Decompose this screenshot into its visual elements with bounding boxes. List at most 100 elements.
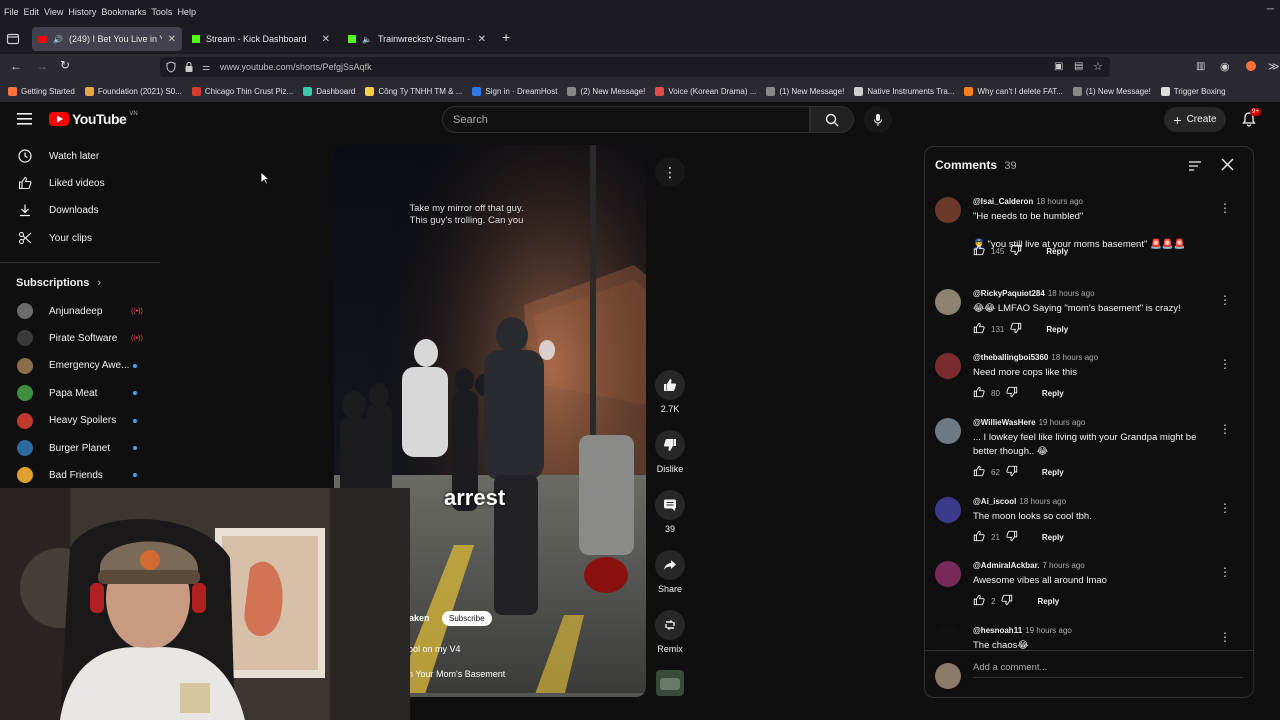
close-icon[interactable] xyxy=(1221,158,1234,176)
reply-button[interactable]: Reply xyxy=(1037,597,1059,606)
subscription-item[interactable]: Anjunadeep ((•)) xyxy=(0,298,160,324)
sidebar-item-liked-videos[interactable]: Liked videos xyxy=(0,170,160,196)
dislike-button[interactable]: Dislike xyxy=(648,430,692,474)
menu-history[interactable]: History xyxy=(68,7,96,17)
comment-time[interactable]: 19 hours ago xyxy=(1039,418,1086,427)
bookmark-star-icon[interactable]: ☆ xyxy=(1093,60,1103,73)
commenter-avatar[interactable] xyxy=(935,289,961,315)
search-input[interactable]: Search xyxy=(442,106,810,133)
comment-more-icon[interactable]: ⋮ xyxy=(1219,201,1231,215)
more-tools-icon[interactable]: ≫ xyxy=(1268,60,1280,73)
comment-time[interactable]: 18 hours ago xyxy=(1048,289,1095,298)
subscription-item[interactable]: Papa Meat xyxy=(0,380,160,406)
bookmark-item[interactable]: Dashboard xyxy=(303,86,355,96)
comment-time[interactable]: 18 hours ago xyxy=(1019,497,1066,506)
sidebar-item-your-clips[interactable]: Your clips xyxy=(0,225,160,251)
voice-search-button[interactable] xyxy=(864,106,892,133)
comment-time[interactable]: 18 hours ago xyxy=(1051,353,1098,362)
thumbs-down-icon[interactable] xyxy=(1006,530,1018,544)
mute-icon[interactable]: 🔈 xyxy=(362,35,372,44)
bookmark-item[interactable]: Native Instruments Tra... xyxy=(854,86,954,96)
comment-more-icon[interactable]: ⋮ xyxy=(1219,357,1231,371)
hamburger-menu-icon[interactable] xyxy=(17,112,33,131)
reader-view-icon[interactable]: ▤ xyxy=(1074,61,1083,72)
close-tab-icon[interactable]: ✕ xyxy=(322,34,330,45)
account-icon[interactable]: ◉ xyxy=(1220,60,1230,73)
commenter-avatar[interactable] xyxy=(935,497,961,523)
comment-author[interactable]: @theballingboi5360 xyxy=(973,353,1048,362)
comment-author[interactable]: @WillieWasHere xyxy=(973,418,1036,427)
notifications-button[interactable]: 9+ xyxy=(1241,108,1261,132)
commenter-avatar[interactable] xyxy=(935,353,961,379)
comment-more-icon[interactable]: ⋮ xyxy=(1219,565,1231,579)
commenter-avatar[interactable] xyxy=(935,626,961,652)
add-comment-input[interactable]: Add a comment... xyxy=(973,662,1243,678)
commenter-avatar[interactable] xyxy=(935,197,961,223)
subscription-item[interactable]: Pirate Software ((•)) xyxy=(0,325,160,351)
menu-view[interactable]: View xyxy=(44,7,63,17)
subscription-item[interactable]: Heavy Spoilers xyxy=(0,408,160,434)
thumbs-up-icon[interactable] xyxy=(973,386,985,400)
new-tab-icon[interactable]: + xyxy=(502,29,510,45)
minimize-icon[interactable]: ─ xyxy=(1267,4,1274,15)
subscription-item[interactable]: Burger Planet xyxy=(0,435,160,461)
bookmark-item[interactable]: (1) New Message! xyxy=(1072,86,1151,96)
sidebar-item-watch-later[interactable]: Watch later xyxy=(0,143,160,169)
comment-more-icon[interactable]: ⋮ xyxy=(1219,501,1231,515)
thumbs-down-icon[interactable] xyxy=(1006,465,1018,479)
picture-icon[interactable]: ▣ xyxy=(1054,61,1063,72)
like-button[interactable]: 2.7K xyxy=(648,370,692,414)
close-tab-icon[interactable]: ✕ xyxy=(168,34,176,45)
more-options-icon[interactable]: ⋮ xyxy=(655,157,685,187)
bookmark-item[interactable]: Công Ty TNHH TM & ... xyxy=(365,86,462,96)
youtube-logo[interactable]: YouTube VN xyxy=(49,111,138,127)
thumbs-down-icon[interactable] xyxy=(1006,386,1018,400)
sidebar-item-downloads[interactable]: Downloads xyxy=(0,197,160,223)
reply-button[interactable]: Reply xyxy=(1042,468,1064,477)
search-button[interactable] xyxy=(810,106,854,133)
comment-author[interactable]: @hesnoah11 xyxy=(973,626,1022,635)
sort-icon[interactable] xyxy=(1188,159,1202,177)
comment-time[interactable]: 7 hours ago xyxy=(1043,561,1085,570)
speaker-icon[interactable]: 🔊 xyxy=(53,35,63,44)
tab-kick-dashboard[interactable]: Stream - Kick Dashboard ✕ xyxy=(186,27,336,51)
sidebar-toggle-icon[interactable]: ▥ xyxy=(1196,61,1205,72)
thumbs-down-icon[interactable] xyxy=(1010,244,1022,258)
reply-button[interactable]: Reply xyxy=(1046,325,1068,334)
bookmark-item[interactable]: Getting Started xyxy=(8,86,75,96)
bookmark-item[interactable]: Voice (Korean Drama) ... xyxy=(655,86,756,96)
subscription-item[interactable]: Emergency Awe... xyxy=(0,353,160,379)
comment-more-icon[interactable]: ⋮ xyxy=(1219,422,1231,436)
tab-youtube[interactable]: 🔊 (249) I Bet You Live in Your ✕ xyxy=(32,27,182,51)
bookmark-item[interactable]: Sign in · DreamHost xyxy=(472,86,557,96)
menu-file[interactable]: File xyxy=(4,7,19,17)
comments-button[interactable]: 39 xyxy=(648,490,692,534)
share-button[interactable]: Share xyxy=(648,550,692,594)
bookmark-item[interactable]: Why can't I delete FAT... xyxy=(964,86,1063,96)
bookmark-item[interactable]: Foundation (2021) S0... xyxy=(84,86,182,96)
thumbs-down-icon[interactable] xyxy=(1001,594,1013,608)
thumbs-down-icon[interactable] xyxy=(1010,322,1022,336)
remix-button[interactable]: Remix xyxy=(648,610,692,654)
lock-icon[interactable] xyxy=(184,61,194,75)
menu-tools[interactable]: Tools xyxy=(151,7,172,17)
comment-author[interactable]: @RickyPaquiot284 xyxy=(973,289,1045,298)
reply-button[interactable]: Reply xyxy=(1046,247,1068,256)
close-tab-icon[interactable]: ✕ xyxy=(478,34,486,45)
comment-time[interactable]: 18 hours ago xyxy=(1036,197,1083,206)
bookmark-item[interactable]: (2) New Message! xyxy=(567,86,645,96)
reply-button[interactable]: Reply xyxy=(1042,389,1064,398)
thumbs-up-icon[interactable] xyxy=(973,530,985,544)
shield-icon[interactable] xyxy=(166,61,176,75)
url-bar[interactable]: ⚌ www.youtube.com/shorts/PefgjSsAqfk ▣ ▤… xyxy=(160,57,1110,77)
thumbs-up-icon[interactable] xyxy=(973,465,985,479)
subscriptions-header[interactable]: Subscriptions › xyxy=(0,270,160,296)
reply-button[interactable]: Reply xyxy=(1042,533,1064,542)
bookmark-item[interactable]: Trigger Boxing xyxy=(1160,86,1226,96)
thumbs-up-icon[interactable] xyxy=(973,594,985,608)
bookmark-item[interactable]: Chicago Thin Crust Piz... xyxy=(191,86,293,96)
menu-edit[interactable]: Edit xyxy=(24,7,40,17)
tab-list-icon[interactable] xyxy=(6,32,20,46)
comment-author[interactable]: @Ai_iscool xyxy=(973,497,1016,506)
comment-author[interactable]: @Isai_Calderon xyxy=(973,197,1033,206)
